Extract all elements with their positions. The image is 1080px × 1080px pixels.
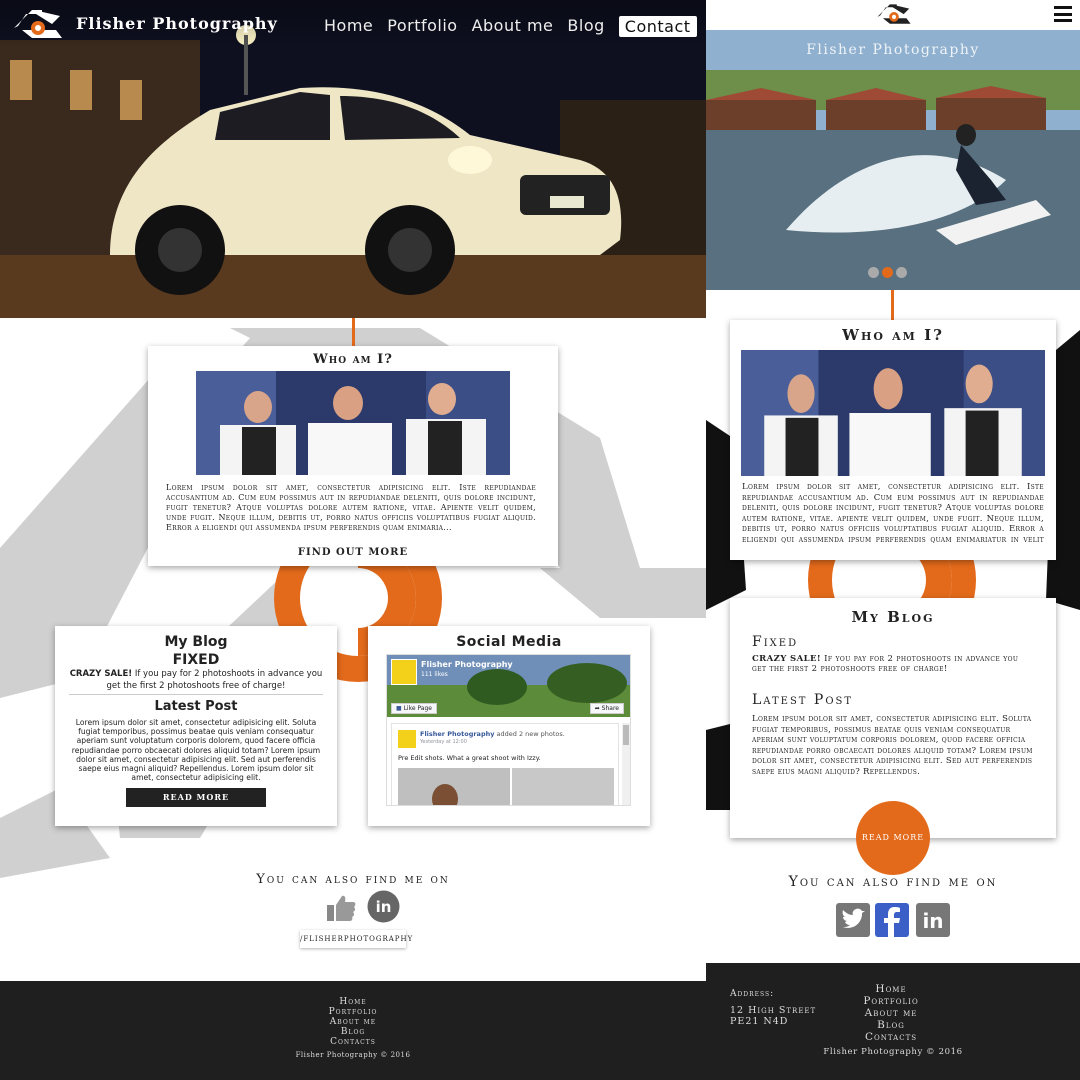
latest-post-heading: Latest Post xyxy=(154,699,238,714)
find-me-heading: You can also find me on xyxy=(256,872,450,887)
post-author[interactable]: Flisher Photography xyxy=(420,730,494,738)
share-label: Share xyxy=(601,705,619,712)
footer-link-about[interactable]: About me xyxy=(0,1017,706,1027)
about-card: Who am I? Lorem ipsum dolor sit amet, co… xyxy=(148,346,558,566)
widget-scrollbar[interactable] xyxy=(622,723,630,805)
main-nav: Home Portfolio About me Blog Contact xyxy=(310,16,697,37)
footer-link-blog[interactable]: Blog xyxy=(0,1027,706,1037)
post-photo-face xyxy=(432,784,458,805)
mobile-footer-links: Home Portfolio About me Blog Contacts xyxy=(836,983,946,1043)
social-media-card: Social Media Flisher Photography 111 lik… xyxy=(368,626,650,826)
nav-blog[interactable]: Blog xyxy=(567,16,604,37)
about-card-mobile: Who am I? Lorem ipsum dolor sit amet, co… xyxy=(730,320,1056,560)
mobile-footer-link-about[interactable]: About me xyxy=(836,1007,946,1019)
address-label: Address: xyxy=(730,989,775,999)
site-title[interactable]: Flisher Photography xyxy=(76,14,278,33)
svg-text:in: in xyxy=(922,909,943,933)
footer-copyright: Flisher Photography © 2016 xyxy=(295,1051,411,1059)
slider-dot-3[interactable] xyxy=(896,267,907,278)
like-page-label: Like Page xyxy=(403,705,432,712)
orange-connector-line-mobile xyxy=(891,290,894,322)
share-icon: ➦ xyxy=(594,705,602,712)
mobile-footer-link-portfolio[interactable]: Portfolio xyxy=(836,995,946,1007)
address-line-1: 12 High Street xyxy=(730,1005,817,1016)
post-text: Pre Edit shots. What a great shoot with … xyxy=(398,754,541,762)
about-text: Lorem ipsum dolor sit amet, consectetur … xyxy=(166,483,536,532)
blog-fixed-heading-mobile: Fixed xyxy=(752,634,799,650)
blog-fixed-heading: FIXED xyxy=(172,652,220,668)
address-line-2: PE21 N4D xyxy=(730,1016,789,1027)
hero-jetski-photo xyxy=(706,30,1080,290)
post-time: Yesterday at 12:00 xyxy=(420,739,467,745)
blog-title: My Blog xyxy=(164,634,228,650)
share-button[interactable]: ➦ Share xyxy=(589,703,624,714)
desktop-view: Flisher Photography Home Portfolio About… xyxy=(0,0,706,1080)
facebook-widget[interactable]: Flisher Photography 111 likes ■ Like Pag… xyxy=(386,654,631,806)
post-action: added 2 new photos. xyxy=(494,730,565,738)
blog-post-text: Lorem ipsum dolor sit amet, consectetur … xyxy=(71,718,321,783)
slider-dots xyxy=(868,267,907,278)
mobile-footer: Address: 12 High Street PE21 N4D Home Po… xyxy=(706,963,1080,1080)
nav-contact[interactable]: Contact xyxy=(618,16,697,37)
nav-home[interactable]: Home xyxy=(324,16,373,37)
footer-link-portfolio[interactable]: Portfolio xyxy=(0,1007,706,1017)
nav-portfolio[interactable]: Portfolio xyxy=(387,16,457,37)
twitter-icon[interactable] xyxy=(836,903,870,937)
blog-post-text-mobile: Lorem ipsum dolor sit amet, consectetur … xyxy=(752,714,1033,777)
social-handle[interactable]: /FLISHERPHOTOGRAPHY xyxy=(300,930,412,948)
nav-about-me[interactable]: About me xyxy=(472,16,554,37)
slider-dot-1[interactable] xyxy=(868,267,879,278)
mobile-footer-link-home[interactable]: Home xyxy=(836,983,946,995)
find-me-heading-mobile: You can also find me on xyxy=(788,874,998,890)
facebook-like-icon[interactable] xyxy=(325,893,357,923)
find-out-more-button[interactable]: FIND OUT MORE xyxy=(148,547,558,558)
facebook-likes-count: 111 likes xyxy=(421,671,448,678)
read-more-button[interactable]: READ MORE xyxy=(126,788,266,808)
team-photo xyxy=(196,371,510,475)
team-photo-mobile xyxy=(741,350,1045,476)
post-header: Flisher Photography added 2 new photos. xyxy=(420,730,565,738)
facebook-page-name[interactable]: Flisher Photography xyxy=(421,660,513,669)
about-title-mobile: Who am I? xyxy=(842,326,944,344)
hamburger-menu-icon[interactable] xyxy=(1054,6,1072,22)
read-more-button-mobile[interactable]: READ MORE xyxy=(856,801,930,875)
camera-logo-icon[interactable] xyxy=(12,8,64,44)
like-page-button[interactable]: ■ Like Page xyxy=(391,703,437,714)
linkedin-icon[interactable]: in xyxy=(367,890,400,923)
svg-text:in: in xyxy=(376,898,392,916)
mobile-footer-link-blog[interactable]: Blog xyxy=(836,1019,946,1031)
blog-card: My Blog FIXED CRAZY SALE! If you pay for… xyxy=(55,626,337,826)
linkedin-icon-mobile[interactable]: in xyxy=(916,903,950,937)
facebook-icon[interactable] xyxy=(875,903,909,937)
footer-link-contacts[interactable]: Contacts xyxy=(0,1037,706,1047)
mobile-footer-link-contacts[interactable]: Contacts xyxy=(836,1031,946,1043)
post-avatar xyxy=(398,730,416,748)
about-title: Who am I? xyxy=(313,352,393,367)
camera-logo-icon-mobile[interactable] xyxy=(876,3,912,28)
blog-sale-notice-mobile: CRAZY SALE! If you pay for 2 photoshoots… xyxy=(752,654,1034,674)
facebook-post: Flisher Photography added 2 new photos. … xyxy=(391,723,619,805)
sale-text: If you pay for 2 photoshoots in advance … xyxy=(106,669,323,691)
facebook-page-avatar xyxy=(391,659,417,685)
about-text-mobile: Lorem ipsum dolor sit amet, consectetur … xyxy=(742,482,1044,544)
hero-title-mobile: Flisher Photography xyxy=(806,42,980,58)
like-icon: ■ xyxy=(396,705,404,712)
sale-label: CRAZY SALE! xyxy=(69,669,133,679)
blog-title-mobile: My Blog xyxy=(851,608,935,626)
footer-link-home[interactable]: Home xyxy=(0,997,706,1007)
blog-sale-notice: CRAZY SALE! If you pay for 2 photoshoots… xyxy=(69,668,323,695)
desktop-footer: Home Portfolio About me Blog Contacts Fl… xyxy=(0,981,706,1080)
mobile-footer-copyright: Flisher Photography © 2016 xyxy=(823,1047,963,1057)
orange-connector-line xyxy=(352,318,355,348)
mobile-view: Flisher Photography Who am I? Lorem ipsu… xyxy=(706,0,1080,1080)
latest-post-heading-mobile: Latest Post xyxy=(752,692,854,708)
slider-dot-2[interactable] xyxy=(882,267,893,278)
social-title: Social Media xyxy=(456,634,562,650)
sale-label-mobile: CRAZY SALE! xyxy=(752,654,821,664)
post-photo-2 xyxy=(512,768,614,805)
